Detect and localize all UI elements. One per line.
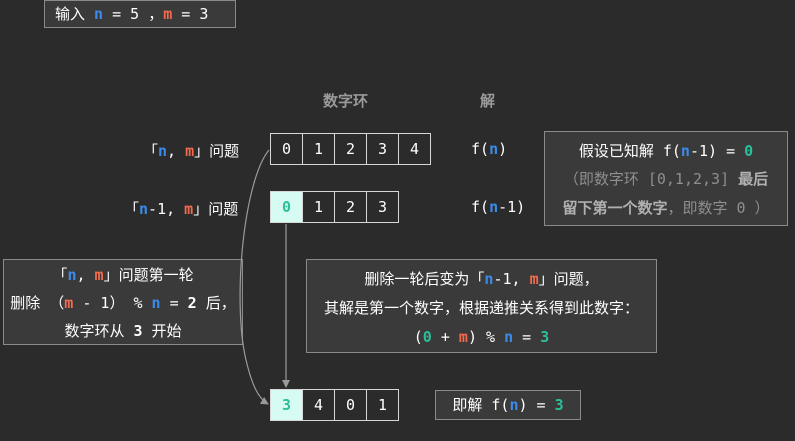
curve-arrow — [239, 149, 270, 405]
connector-arrows — [239, 149, 290, 405]
